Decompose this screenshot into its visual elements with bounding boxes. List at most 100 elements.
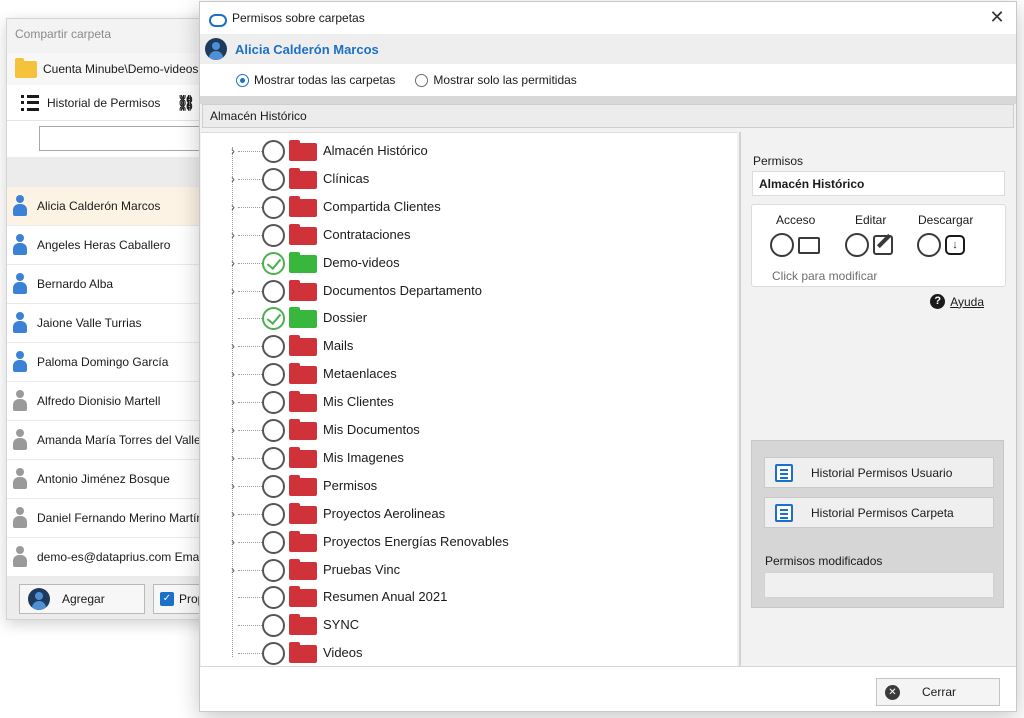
modified-permissions-label: Permisos modificados [765, 554, 883, 568]
empty-circle-icon[interactable] [262, 279, 285, 303]
download-toggle[interactable]: ↓ [917, 233, 965, 257]
empty-circle-icon[interactable] [262, 140, 285, 163]
chevron-right-icon[interactable]: › [228, 172, 238, 186]
edit-toggle[interactable] [845, 233, 893, 257]
tree-connector [238, 653, 262, 655]
folder-icon [289, 363, 317, 385]
empty-circle-icon[interactable] [262, 195, 285, 219]
dialog-title: Permisos sobre carpetas [232, 11, 365, 25]
user-list-item[interactable]: Jaione Valle Turrias [7, 304, 213, 343]
account-path: Cuenta Minube\Demo-videos [7, 53, 213, 85]
close-icon[interactable]: ✕ [988, 8, 1006, 26]
chevron-right-icon[interactable]: › [228, 339, 238, 353]
edit-label: Editar [855, 213, 887, 227]
folder-tree-item[interactable]: › Mis Clientes [201, 388, 737, 416]
chevron-right-icon[interactable]: › [228, 284, 238, 298]
user-list-item[interactable]: Amanda María Torres del Valle [7, 421, 213, 460]
folder-history-button[interactable]: Historial Permisos Carpeta [764, 497, 994, 528]
folder-tree-item[interactable]: Resumen Anual 2021 [201, 583, 737, 611]
check-circle-icon[interactable] [262, 251, 285, 275]
user-name: Jaione Valle Turrias [37, 316, 142, 330]
chevron-right-icon[interactable]: › [228, 535, 238, 549]
empty-circle-icon[interactable] [262, 614, 285, 638]
empty-circle-icon[interactable] [262, 558, 285, 582]
empty-circle-icon[interactable] [262, 530, 285, 554]
chevron-right-icon[interactable]: › [228, 563, 238, 577]
user-list-item[interactable]: Bernardo Alba [7, 265, 213, 304]
access-toggle[interactable] [770, 233, 820, 257]
avatar [205, 38, 227, 60]
user-list-item[interactable]: Angeles Heras Caballero [7, 226, 213, 265]
folder-tree-item[interactable]: Dossier [201, 304, 737, 332]
empty-circle-icon[interactable] [262, 335, 285, 359]
folder-tree-item[interactable]: › Compartida Clientes [201, 193, 737, 221]
folder-icon [289, 223, 317, 245]
folder-tree-item[interactable]: › Mis Documentos [201, 416, 737, 444]
share-footer: Agregar ✓ Prop [7, 577, 213, 619]
folder-icon [289, 195, 317, 217]
tree-connector [238, 374, 262, 376]
chevron-right-icon[interactable]: › [228, 367, 238, 381]
user-list-item[interactable]: Alicia Calderón Marcos [7, 187, 213, 226]
folder-tree-item[interactable]: › Clínicas [201, 165, 737, 193]
empty-circle-icon[interactable] [262, 474, 285, 498]
folder-tree-item[interactable]: › Pruebas Vinc [201, 556, 737, 584]
chevron-right-icon[interactable]: › [228, 200, 238, 214]
user-list-item[interactable]: Alfredo Dionisio Martell [7, 382, 213, 421]
folder-icon [289, 586, 317, 608]
empty-circle-icon[interactable] [262, 586, 285, 610]
permission-history-button[interactable]: Historial de Permisos [47, 96, 160, 110]
chevron-right-icon[interactable]: › [228, 256, 238, 270]
folder-tree-item[interactable]: › Contrataciones [201, 221, 737, 249]
check-circle-icon[interactable] [262, 307, 285, 331]
empty-circle-icon[interactable] [262, 642, 285, 666]
folder-icon [289, 558, 317, 580]
user-list-item[interactable]: demo-es@dataprius.com Ema [7, 538, 213, 577]
user-name: demo-es@dataprius.com Ema [37, 550, 200, 564]
add-button[interactable]: Agregar [19, 584, 145, 614]
user-list-item[interactable]: Daniel Fernando Merino Martín [7, 499, 213, 538]
empty-circle-icon[interactable] [262, 502, 285, 526]
permission-toggles: Acceso Editar Descargar ↓ Click para mod… [751, 204, 1006, 287]
radio-show-all[interactable]: Mostrar todas las carpetas [236, 73, 395, 87]
folder-tree-item[interactable]: › Mis Imagenes [201, 444, 737, 472]
empty-circle-icon[interactable] [262, 419, 285, 442]
help-link[interactable]: ? Ayuda [930, 294, 984, 309]
folder-tree-item[interactable]: › Documentos Departamento [201, 277, 737, 305]
close-button[interactable]: ✕ Cerrar [876, 678, 1000, 706]
folder-name: Resumen Anual 2021 [323, 589, 448, 605]
chevron-right-icon[interactable]: › [228, 479, 238, 493]
chevron-right-icon[interactable]: › [228, 423, 238, 437]
chevron-right-icon[interactable]: › [228, 228, 238, 242]
chevron-right-icon[interactable]: › [228, 144, 238, 158]
chevron-right-icon[interactable]: › [228, 507, 238, 521]
user-history-button[interactable]: Historial Permisos Usuario [764, 457, 994, 488]
user-list-item[interactable]: Paloma Domingo García [7, 343, 213, 382]
user-name: Paloma Domingo García [37, 355, 169, 369]
empty-circle-icon[interactable] [262, 446, 285, 470]
folder-tree-item[interactable]: Videos [201, 639, 737, 666]
empty-circle-icon[interactable] [262, 167, 285, 191]
chevron-right-icon[interactable]: › [228, 451, 238, 465]
link-icon[interactable]: ⛓ [176, 94, 195, 112]
empty-circle-icon[interactable] [262, 363, 285, 387]
folder-tree-item[interactable]: › Mails [201, 332, 737, 360]
empty-circle-icon[interactable] [262, 223, 285, 247]
folder-tree-item[interactable]: SYNC [201, 611, 737, 639]
folder-name: Proyectos Aerolineas [323, 505, 446, 521]
folder-tree-item[interactable]: › Proyectos Energías Renovables [201, 528, 737, 556]
folder-tree-item[interactable]: › Almacén Histórico [201, 137, 737, 165]
folder-tree-item[interactable]: › Demo-videos [201, 249, 737, 277]
user-list-item[interactable]: Antonio Jiménez Bosque [7, 460, 213, 499]
folder-tree-item[interactable]: › Metaenlaces [201, 360, 737, 388]
folder-name: Compartida Clientes [323, 198, 441, 214]
folder-tree-item[interactable]: › Permisos [201, 472, 737, 500]
user-icon [13, 429, 27, 451]
empty-circle-icon[interactable] [262, 391, 285, 415]
user-search-input[interactable] [39, 126, 213, 151]
tree-connector [238, 402, 262, 404]
radio-show-allowed[interactable]: Mostrar solo las permitidas [415, 73, 577, 87]
chevron-right-icon[interactable]: › [228, 395, 238, 409]
folder-tree-item[interactable]: › Proyectos Aerolineas [201, 500, 737, 528]
user-icon [13, 273, 27, 295]
